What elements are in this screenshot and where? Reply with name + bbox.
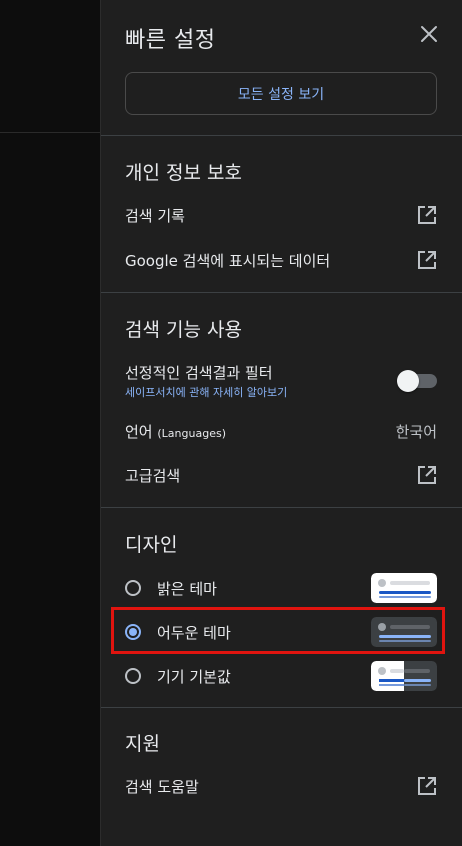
dark-theme-preview-icon (371, 617, 437, 647)
device-default-preview-icon (371, 661, 437, 691)
safe-search-filter-row: 선정적인 검색결과 필터 세이프서치에 관해 자세히 알아보기 (101, 354, 462, 410)
close-icon (421, 26, 437, 42)
open-in-new-icon (418, 251, 436, 269)
close-button[interactable] (417, 22, 441, 46)
radio-device-default[interactable] (125, 668, 141, 684)
open-in-new-icon (418, 466, 436, 484)
language-row[interactable]: 언어 (Languages) 한국어 (101, 409, 462, 453)
language-value: 한국어 (395, 422, 437, 441)
safe-search-toggle[interactable] (397, 370, 437, 392)
theme-label-dark: 어두운 테마 (157, 624, 231, 642)
search-help-row[interactable]: 검색 도움말 (101, 764, 462, 808)
language-label-sub: (Languages) (157, 426, 226, 440)
light-theme-preview-icon (371, 573, 437, 603)
language-label-text: 언어 (125, 422, 153, 441)
search-help-label: 검색 도움말 (125, 777, 199, 796)
theme-label-device-default: 기기 기본값 (157, 668, 231, 686)
all-settings-button[interactable]: 모든 설정 보기 (125, 72, 437, 115)
support-section-title: 지원 (125, 733, 160, 755)
radio-light[interactable] (125, 580, 141, 596)
search-history-row[interactable]: 검색 기록 (101, 193, 462, 237)
radio-dot (129, 628, 137, 636)
panel-title: 빠른 설정 (125, 28, 216, 53)
safe-search-filter-label: 선정적인 검색결과 필터 (125, 364, 273, 382)
backdrop-divider (0, 132, 100, 133)
language-label: 언어 (Languages) (125, 421, 226, 442)
design-section-title: 디자인 (125, 534, 178, 556)
search-data-row[interactable]: Google 검색에 표시되는 데이터 (101, 238, 462, 282)
search-features-section-title: 검색 기능 사용 (125, 319, 242, 341)
divider (101, 135, 462, 136)
theme-option-light[interactable]: 밝은 테마 (101, 566, 462, 610)
open-in-new-icon (418, 206, 436, 224)
advanced-search-label: 고급검색 (125, 466, 181, 485)
page-backdrop (0, 0, 100, 846)
theme-label-light: 밝은 테마 (157, 580, 217, 598)
advanced-search-row[interactable]: 고급검색 (101, 453, 462, 497)
divider (101, 707, 462, 708)
search-data-label: Google 검색에 표시되는 데이터 (125, 251, 331, 270)
privacy-section-title: 개인 정보 보호 (125, 162, 242, 184)
toggle-knob (397, 370, 419, 392)
radio-dark[interactable] (125, 624, 141, 640)
divider (101, 292, 462, 293)
divider (101, 507, 462, 508)
panel-header: 빠른 설정 (101, 0, 462, 72)
safe-search-learn-more-link[interactable]: 세이프서치에 관해 자세히 알아보기 (125, 384, 287, 400)
search-history-label: 검색 기록 (125, 206, 185, 225)
theme-option-device-default[interactable]: 기기 기본값 (101, 654, 462, 698)
quick-settings-panel: 빠른 설정 모든 설정 보기 개인 정보 보호 검색 기록 Google 검색에… (100, 0, 462, 846)
open-in-new-icon (418, 777, 436, 795)
theme-option-dark[interactable]: 어두운 테마 (101, 610, 462, 654)
